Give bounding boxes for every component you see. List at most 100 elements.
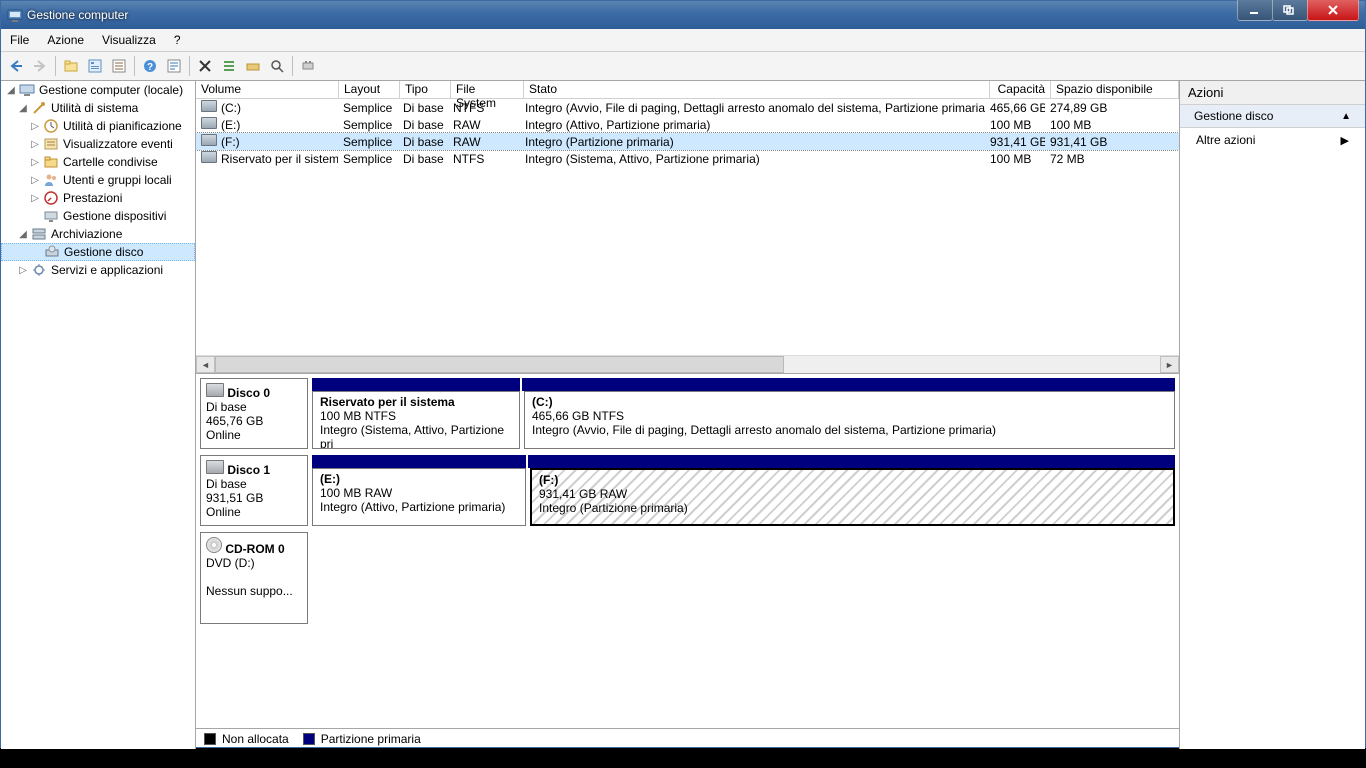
tree-label: Prestazioni: [63, 191, 122, 205]
disk1-header-strip: [312, 455, 1175, 468]
collapse-icon: ▲: [1341, 111, 1351, 122]
disk-name: CD-ROM 0: [225, 542, 284, 556]
folder-shared-icon: [43, 154, 59, 170]
zoom-button[interactable]: [265, 54, 289, 78]
volume-row[interactable]: Riservato per il sistemaSempliceDi baseN…: [196, 150, 1179, 167]
expand-icon[interactable]: ▷: [29, 156, 41, 168]
list-button[interactable]: [217, 54, 241, 78]
settings-button[interactable]: [107, 54, 131, 78]
tree-label: Gestione dispositivi: [63, 209, 166, 223]
volume-row[interactable]: (E:)SempliceDi baseRAWIntegro (Attivo, P…: [196, 116, 1179, 133]
scroll-thumb[interactable]: [215, 356, 784, 373]
partition-c[interactable]: (C:) 465,66 GB NTFS Integro (Avvio, File…: [524, 391, 1175, 449]
volume-icon: [201, 134, 217, 146]
main-area: ◢ Gestione computer (locale) ◢ Utilità d…: [1, 81, 1365, 749]
menu-help[interactable]: ?: [165, 30, 190, 50]
disk-status: Online: [206, 505, 241, 519]
horizontal-scrollbar[interactable]: ◄ ►: [196, 355, 1179, 373]
disk-graphical-view[interactable]: Disco 0 Di base 465,76 GB Online Riserva…: [196, 374, 1179, 728]
scroll-right-button[interactable]: ►: [1160, 356, 1179, 373]
remove-button[interactable]: [193, 54, 217, 78]
volume-list[interactable]: Volume Layout Tipo File System Stato Cap…: [196, 81, 1179, 374]
scroll-left-button[interactable]: ◄: [196, 356, 215, 373]
col-type[interactable]: Tipo: [400, 81, 451, 99]
up-button[interactable]: [59, 54, 83, 78]
clock-icon: [43, 118, 59, 134]
legend-swatch-unallocated: [204, 733, 216, 745]
col-layout[interactable]: Layout: [339, 81, 400, 99]
listview-body[interactable]: (C:)SempliceDi baseNTFSIntegro (Avvio, F…: [196, 99, 1179, 355]
tree-label: Archiviazione: [51, 227, 122, 241]
tree-label: Servizi e applicazioni: [51, 263, 163, 277]
tree-label: Utilità di sistema: [51, 101, 138, 115]
close-button[interactable]: [1307, 0, 1359, 21]
tree-services-apps[interactable]: ▷ Servizi e applicazioni: [1, 261, 195, 279]
menu-view[interactable]: Visualizza: [93, 30, 165, 50]
tree-device-manager[interactable]: ▷ Gestione dispositivi: [1, 207, 195, 225]
partition-status: Integro (Avvio, File di paging, Dettagli…: [532, 423, 996, 437]
app-icon: [7, 7, 23, 23]
expand-icon[interactable]: ◢: [5, 84, 17, 96]
partition-e[interactable]: (E:) 100 MB RAW Integro (Attivo, Partizi…: [312, 468, 526, 526]
disk-info-cdrom[interactable]: CD-ROM 0 DVD (D:) Nessun suppo...: [200, 532, 308, 624]
col-capacity[interactable]: Capacità: [990, 81, 1051, 99]
tree-storage[interactable]: ◢ Archiviazione: [1, 225, 195, 243]
tree-performance[interactable]: ▷ Prestazioni: [1, 189, 195, 207]
minimize-button[interactable]: [1237, 0, 1273, 21]
partition-f[interactable]: (F:) 931,41 GB RAW Integro (Partizione p…: [530, 468, 1175, 526]
disk-row-0[interactable]: Disco 0 Di base 465,76 GB Online Riserva…: [200, 378, 1175, 449]
expand-icon[interactable]: ▷: [29, 174, 41, 186]
forward-button[interactable]: [28, 54, 52, 78]
volume-row[interactable]: (F:)SempliceDi baseRAWIntegro (Partizion…: [196, 133, 1179, 150]
disk-info-0[interactable]: Disco 0 Di base 465,76 GB Online: [200, 378, 308, 449]
disk-row-1[interactable]: Disco 1 Di base 931,51 GB Online (E:) 10…: [200, 455, 1175, 526]
properties-button[interactable]: [83, 54, 107, 78]
navigation-tree[interactable]: ◢ Gestione computer (locale) ◢ Utilità d…: [1, 81, 196, 749]
actions-more[interactable]: Altre azioni ▶: [1180, 128, 1365, 152]
volume-icon: [201, 151, 217, 163]
maximize-button[interactable]: [1272, 0, 1308, 21]
col-status[interactable]: Stato: [524, 81, 990, 99]
volume-row[interactable]: (C:)SempliceDi baseNTFSIntegro (Avvio, F…: [196, 99, 1179, 116]
expand-icon[interactable]: ◢: [17, 228, 29, 240]
event-icon: [43, 136, 59, 152]
help-button[interactable]: ?: [138, 54, 162, 78]
computer-management-window: Gestione computer File Azione Visualizza…: [0, 0, 1366, 748]
actions-section-diskmgmt[interactable]: Gestione disco ▲: [1180, 105, 1365, 128]
expand-icon[interactable]: ▷: [29, 192, 41, 204]
configure-button[interactable]: [296, 54, 320, 78]
menu-file[interactable]: File: [1, 30, 38, 50]
tree-system-tools[interactable]: ◢ Utilità di sistema: [1, 99, 195, 117]
tree-sharedfolders[interactable]: ▷ Cartelle condivise: [1, 153, 195, 171]
expand-icon[interactable]: ▷: [29, 120, 41, 132]
expand-icon[interactable]: ◢: [17, 102, 29, 114]
grid-button[interactable]: [241, 54, 265, 78]
tree-disk-management[interactable]: ▷ Gestione disco: [1, 243, 195, 261]
col-filesystem[interactable]: File System: [451, 81, 524, 99]
expand-icon[interactable]: ▷: [29, 138, 41, 150]
dvd-icon: [206, 537, 222, 553]
col-free[interactable]: Spazio disponibile: [1051, 81, 1179, 99]
tree-label: Utenti e gruppi locali: [63, 173, 172, 187]
disk-icon: [206, 460, 224, 474]
computer-icon: [19, 82, 35, 98]
tree-scheduler[interactable]: ▷ Utilità di pianificazione: [1, 117, 195, 135]
disk-info-1[interactable]: Disco 1 Di base 931,51 GB Online: [200, 455, 308, 526]
col-volume[interactable]: Volume: [196, 81, 339, 99]
tree-root[interactable]: ◢ Gestione computer (locale): [1, 81, 195, 99]
title-bar[interactable]: Gestione computer: [1, 1, 1365, 29]
services-icon: [31, 262, 47, 278]
tree-label: Gestione computer (locale): [39, 83, 183, 97]
dvd-drive: DVD (D:): [206, 556, 255, 570]
disk-row-cdrom[interactable]: CD-ROM 0 DVD (D:) Nessun suppo...: [200, 532, 1175, 624]
dvd-status: Nessun suppo...: [206, 584, 293, 598]
menu-action[interactable]: Azione: [38, 30, 93, 50]
tree-users-groups[interactable]: ▷ Utenti e gruppi locali: [1, 171, 195, 189]
partition-reserved[interactable]: Riservato per il sistema 100 MB NTFS Int…: [312, 391, 520, 449]
tree-eventviewer[interactable]: ▷ Visualizzatore eventi: [1, 135, 195, 153]
scroll-track[interactable]: [215, 356, 1160, 373]
expand-icon[interactable]: ▷: [17, 264, 29, 276]
refresh-list-button[interactable]: [162, 54, 186, 78]
menu-bar: File Azione Visualizza ?: [1, 29, 1365, 52]
back-button[interactable]: [4, 54, 28, 78]
